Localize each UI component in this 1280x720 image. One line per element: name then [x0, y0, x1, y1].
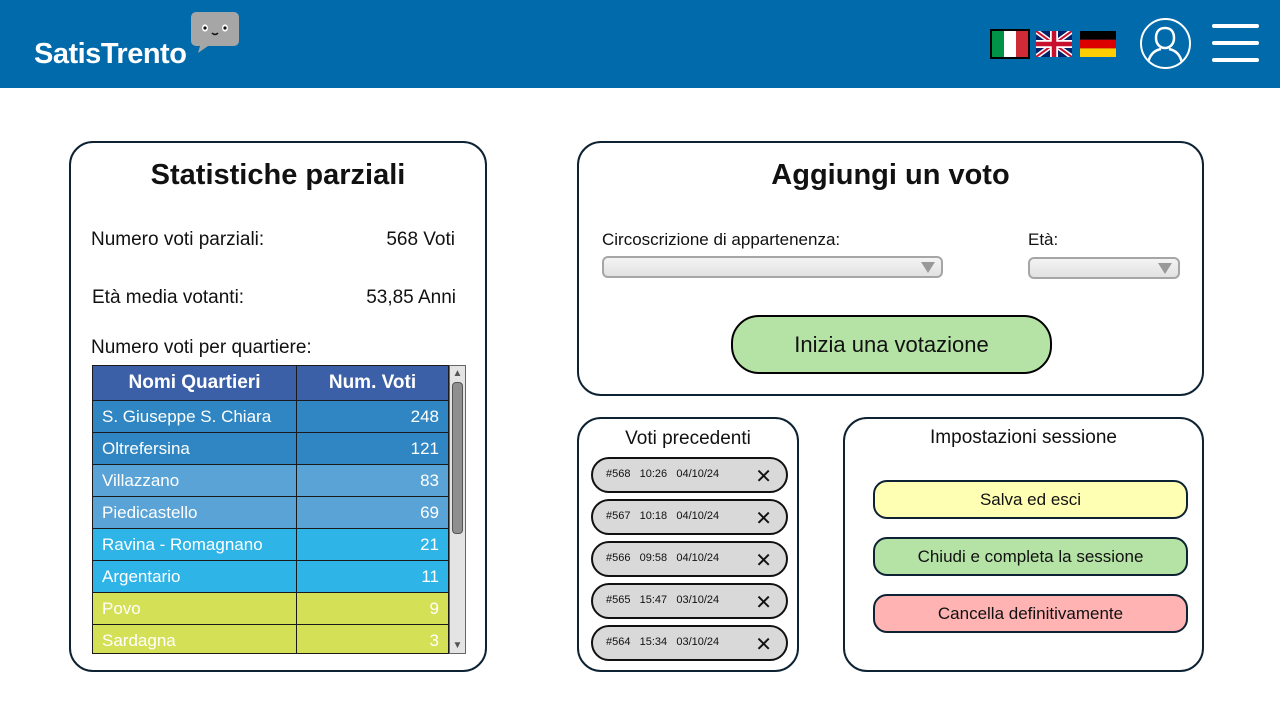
column-header-votes[interactable]: Num. Voti [296, 365, 449, 401]
district-votes-cell: 69 [296, 496, 449, 529]
district-name-cell: Ravina - Romagnano [92, 528, 297, 561]
previous-vote-item[interactable]: #568 10:26 04/10/24 ✕ [591, 457, 788, 493]
user-profile-button[interactable] [1140, 18, 1191, 69]
district-name-cell: Piedicastello [92, 496, 297, 529]
close-icon[interactable]: ✕ [755, 632, 772, 657]
district-votes-cell: 21 [296, 528, 449, 561]
partial-stats-panel: Statistiche parziali Numero voti parzial… [69, 141, 487, 672]
stats-title: Statistiche parziali [150, 159, 406, 191]
partial-votes-value: 568 Voti [386, 229, 455, 250]
district-votes-cell: 3 [296, 624, 449, 653]
chevron-down-icon [921, 262, 935, 273]
previous-vote-info: #566 09:58 04/10/24 [606, 552, 720, 564]
uk-flag-icon[interactable] [1036, 31, 1072, 57]
district-votes-cell: 11 [296, 560, 449, 593]
table-row[interactable]: Povo 9 [92, 592, 449, 625]
chevron-down-icon [1158, 263, 1172, 274]
previous-vote-info: #564 15:34 03/10/24 [606, 636, 720, 648]
close-icon[interactable]: ✕ [755, 548, 772, 573]
district-name-cell: S. Giuseppe S. Chiara [92, 400, 297, 433]
save-and-exit-button[interactable]: Salva ed esci [873, 480, 1188, 519]
district-votes-cell: 9 [296, 592, 449, 625]
menu-line [1212, 24, 1259, 28]
close-icon[interactable]: ✕ [755, 590, 772, 615]
app-logo[interactable]: SatisTrento [34, 12, 244, 74]
close-icon[interactable]: ✕ [755, 506, 772, 531]
previous-votes-title: Voti precedenti [625, 428, 751, 449]
district-votes-cell: 121 [296, 432, 449, 465]
scroll-up-icon[interactable]: ▲ [450, 366, 465, 381]
district-votes-cell: 83 [296, 464, 449, 497]
hamburger-menu-icon[interactable] [1212, 24, 1260, 62]
votes-per-district-label: Numero voti per quartiere: [91, 337, 312, 358]
scrollbar-thumb[interactable] [452, 382, 463, 534]
previous-vote-info: #565 15:47 03/10/24 [606, 594, 720, 606]
table-row[interactable]: Ravina - Romagnano 21 [92, 528, 449, 561]
germany-flag-icon[interactable] [1080, 31, 1116, 57]
district-select[interactable] [602, 256, 943, 278]
column-header-district[interactable]: Nomi Quartieri [92, 365, 297, 401]
avg-age-value: 53,85 Anni [366, 287, 456, 308]
menu-line [1212, 41, 1259, 45]
previous-vote-item[interactable]: #566 09:58 04/10/24 ✕ [591, 541, 788, 577]
table-row[interactable]: Villazzano 83 [92, 464, 449, 497]
district-name-cell: Argentario [92, 560, 297, 593]
delete-permanently-button[interactable]: Cancella definitivamente [873, 594, 1188, 633]
scroll-down-icon[interactable]: ▼ [450, 638, 465, 653]
previous-vote-info: #568 10:26 04/10/24 [606, 468, 720, 480]
speech-bubble-icon [191, 12, 239, 53]
previous-vote-item[interactable]: #567 10:18 04/10/24 ✕ [591, 499, 788, 535]
district-name-cell: Villazzano [92, 464, 297, 497]
district-label: Circoscrizione di appartenenza: [602, 230, 841, 249]
previous-votes-panel: Voti precedenti #568 10:26 04/10/24 ✕ #567… [577, 417, 799, 672]
app-name: SatisTrento [34, 38, 187, 70]
district-votes-cell: 248 [296, 400, 449, 433]
close-complete-session-button[interactable]: Chiudi e completa la sessione [873, 537, 1188, 576]
close-icon[interactable]: ✕ [755, 464, 772, 489]
table-row[interactable]: Argentario 11 [92, 560, 449, 593]
start-voting-button[interactable]: Inizia una votazione [731, 315, 1052, 374]
table-row[interactable]: Oltrefersina 121 [92, 432, 449, 465]
menu-line [1212, 58, 1259, 62]
previous-vote-item[interactable]: #564 15:34 03/10/24 ✕ [591, 625, 788, 661]
table-header-row: Nomi Quartieri Num. Voti [92, 365, 449, 401]
add-vote-panel: Aggiungi un voto Circoscrizione di appar… [577, 141, 1204, 396]
top-bar: SatisTrento [0, 0, 1280, 88]
age-select[interactable] [1028, 257, 1180, 279]
italy-flag-icon[interactable] [990, 29, 1030, 59]
add-vote-title: Aggiungi un voto [771, 159, 1010, 191]
previous-vote-info: #567 10:18 04/10/24 [606, 510, 720, 522]
avg-age-label: Età media votanti: [92, 287, 245, 308]
session-settings-panel: Impostazioni sessione Salva ed esci Chiu… [843, 417, 1204, 672]
table-scrollbar[interactable]: ▲ ▼ [449, 365, 466, 654]
table-row[interactable]: S. Giuseppe S. Chiara 248 [92, 400, 449, 433]
district-votes-table[interactable]: Nomi Quartieri Num. Voti S. Giuseppe S. … [92, 365, 449, 654]
district-name-cell: Povo [92, 592, 297, 625]
previous-vote-item[interactable]: #565 15:47 03/10/24 ✕ [591, 583, 788, 619]
table-row[interactable]: Sardagna 3 [92, 624, 449, 653]
partial-votes-label: Numero voti parziali: [91, 229, 265, 250]
age-label: Età: [1028, 230, 1059, 249]
user-icon [1146, 26, 1184, 64]
district-name-cell: Sardagna [92, 624, 297, 653]
table-row[interactable]: Piedicastello 69 [92, 496, 449, 529]
session-settings-title: Impostazioni sessione [930, 427, 1117, 448]
district-name-cell: Oltrefersina [92, 432, 297, 465]
